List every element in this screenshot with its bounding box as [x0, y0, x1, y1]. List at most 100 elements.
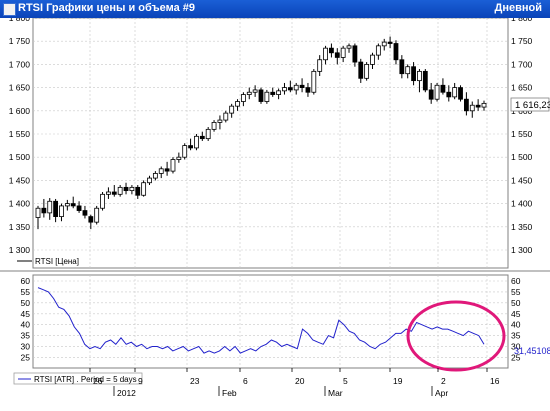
price-tick-label: 1 550 — [9, 129, 31, 139]
price-tick-label: 1 700 — [511, 59, 533, 69]
candle-body — [223, 112, 229, 121]
atr-tick-label: 45 — [21, 309, 31, 319]
candle-body — [252, 89, 258, 93]
time-period-label: Mar — [328, 388, 343, 398]
price-tick-label: 1 800 — [9, 18, 31, 23]
candle-body — [399, 59, 405, 75]
candle-body — [458, 87, 463, 100]
time-period-label: Feb — [222, 388, 237, 398]
candle-body — [205, 128, 211, 140]
candle-body — [317, 59, 323, 72]
price-axis-left: 1 300 1 350 1 400 1 450 1 500 1 550 1 600 1 650… — [9, 18, 31, 255]
candle-body — [235, 101, 240, 107]
candle-body — [276, 90, 282, 95]
candle-body — [211, 122, 217, 130]
price-legend: RTSI [Цена] — [35, 257, 79, 266]
atr-tick-label: 35 — [511, 331, 521, 341]
candle-body — [334, 52, 340, 58]
price-axis-right: 1 3001 3501 4001 4501 5001 5501 6001 650… — [511, 18, 533, 255]
time-axis: 26 9 23 6 20 5 19 2 16 2012 Feb Mar Apr — [89, 368, 500, 398]
candle-body — [481, 102, 487, 108]
atr-tick-label: 45 — [511, 309, 521, 319]
atr-tick-label: 60 — [511, 276, 521, 286]
time-tick-label: 2 — [441, 376, 446, 386]
candle-body — [434, 84, 440, 100]
time-tick-label: 23 — [190, 376, 200, 386]
candle-body — [164, 168, 170, 172]
candle-body — [329, 47, 334, 54]
candle-body — [194, 135, 199, 149]
time-tick-label: 16 — [490, 376, 500, 386]
price-tick-label: 1 700 — [9, 59, 31, 69]
candle-body — [88, 216, 94, 223]
candle-body — [111, 191, 117, 195]
price-tick-label: 1 400 — [9, 199, 31, 209]
candle-body — [323, 47, 328, 61]
candle-body — [94, 207, 100, 223]
candle-body — [70, 203, 76, 207]
price-last-value: 1 616,23 — [515, 100, 550, 111]
candle-body — [469, 104, 475, 112]
candle-body — [129, 186, 135, 192]
candle-body — [176, 156, 182, 160]
price-tick-label: 1 400 — [511, 199, 533, 209]
candle-body — [387, 41, 393, 44]
candle-body — [59, 205, 64, 217]
candle-body — [170, 159, 176, 172]
atr-tick-label: 60 — [21, 276, 31, 286]
candle-body — [76, 205, 82, 211]
candle-body — [282, 87, 287, 92]
atr-tick-label: 35 — [21, 331, 31, 341]
candle-body — [305, 87, 311, 93]
time-tick-label: 19 — [393, 376, 403, 386]
atr-last-value: 31,45108 — [514, 346, 550, 356]
atr-tick-label: 50 — [21, 298, 31, 308]
price-tick-label: 1 800 — [511, 18, 533, 23]
candle-body — [158, 168, 164, 174]
candle-body — [270, 91, 276, 95]
price-tick-label: 1 750 — [9, 36, 31, 46]
candle-body — [152, 173, 158, 179]
candle-body — [411, 66, 416, 82]
candle-body — [240, 94, 246, 102]
candle-body — [375, 45, 381, 56]
candle-body — [364, 64, 370, 79]
time-tick-label: 26 — [93, 376, 103, 386]
time-tick-label: 9 — [138, 376, 143, 386]
price-tick-label: 1 550 — [511, 129, 533, 139]
interval-label[interactable]: Дневной — [495, 2, 543, 14]
candle-body — [229, 105, 235, 114]
price-tick-label: 1 450 — [511, 175, 533, 185]
candle-body — [100, 193, 105, 209]
candle-body — [47, 200, 53, 214]
price-tick-label: 1 350 — [9, 222, 31, 232]
atr-tick-label: 40 — [21, 320, 31, 330]
candle-body — [405, 66, 411, 75]
candle-body — [182, 145, 188, 158]
title-bar[interactable]: RTSI Графики цены и объема #9 Дневной — [0, 0, 550, 18]
atr-tick-label: 40 — [511, 320, 521, 330]
chart-canvas[interactable]: 1 300 1 350 1 400 1 450 1 500 1 550 1 600 1 650… — [0, 18, 550, 411]
candle-body — [217, 119, 223, 123]
price-tick-label: 1 350 — [511, 222, 533, 232]
price-tick-label: 1 500 — [9, 152, 31, 162]
candle-body — [452, 87, 458, 98]
price-panel-frame — [32, 18, 509, 269]
candle-body — [352, 45, 358, 63]
candle-body — [293, 84, 299, 91]
candle-body — [299, 84, 305, 88]
atr-tick-label: 25 — [21, 352, 31, 362]
candle-body — [381, 41, 387, 47]
candle-body — [463, 98, 469, 112]
atr-tick-label: 30 — [21, 342, 31, 352]
time-period-label: Apr — [435, 388, 448, 398]
price-tick-label: 1 600 — [9, 106, 31, 116]
candle-body — [147, 177, 152, 184]
time-tick-label: 6 — [243, 376, 248, 386]
time-tick-label: 20 — [295, 376, 305, 386]
candle-body — [41, 207, 47, 214]
candle-body — [393, 43, 399, 61]
price-tick-label: 1 500 — [511, 152, 533, 162]
candle-body — [246, 91, 252, 95]
time-tick-label: 5 — [343, 376, 348, 386]
